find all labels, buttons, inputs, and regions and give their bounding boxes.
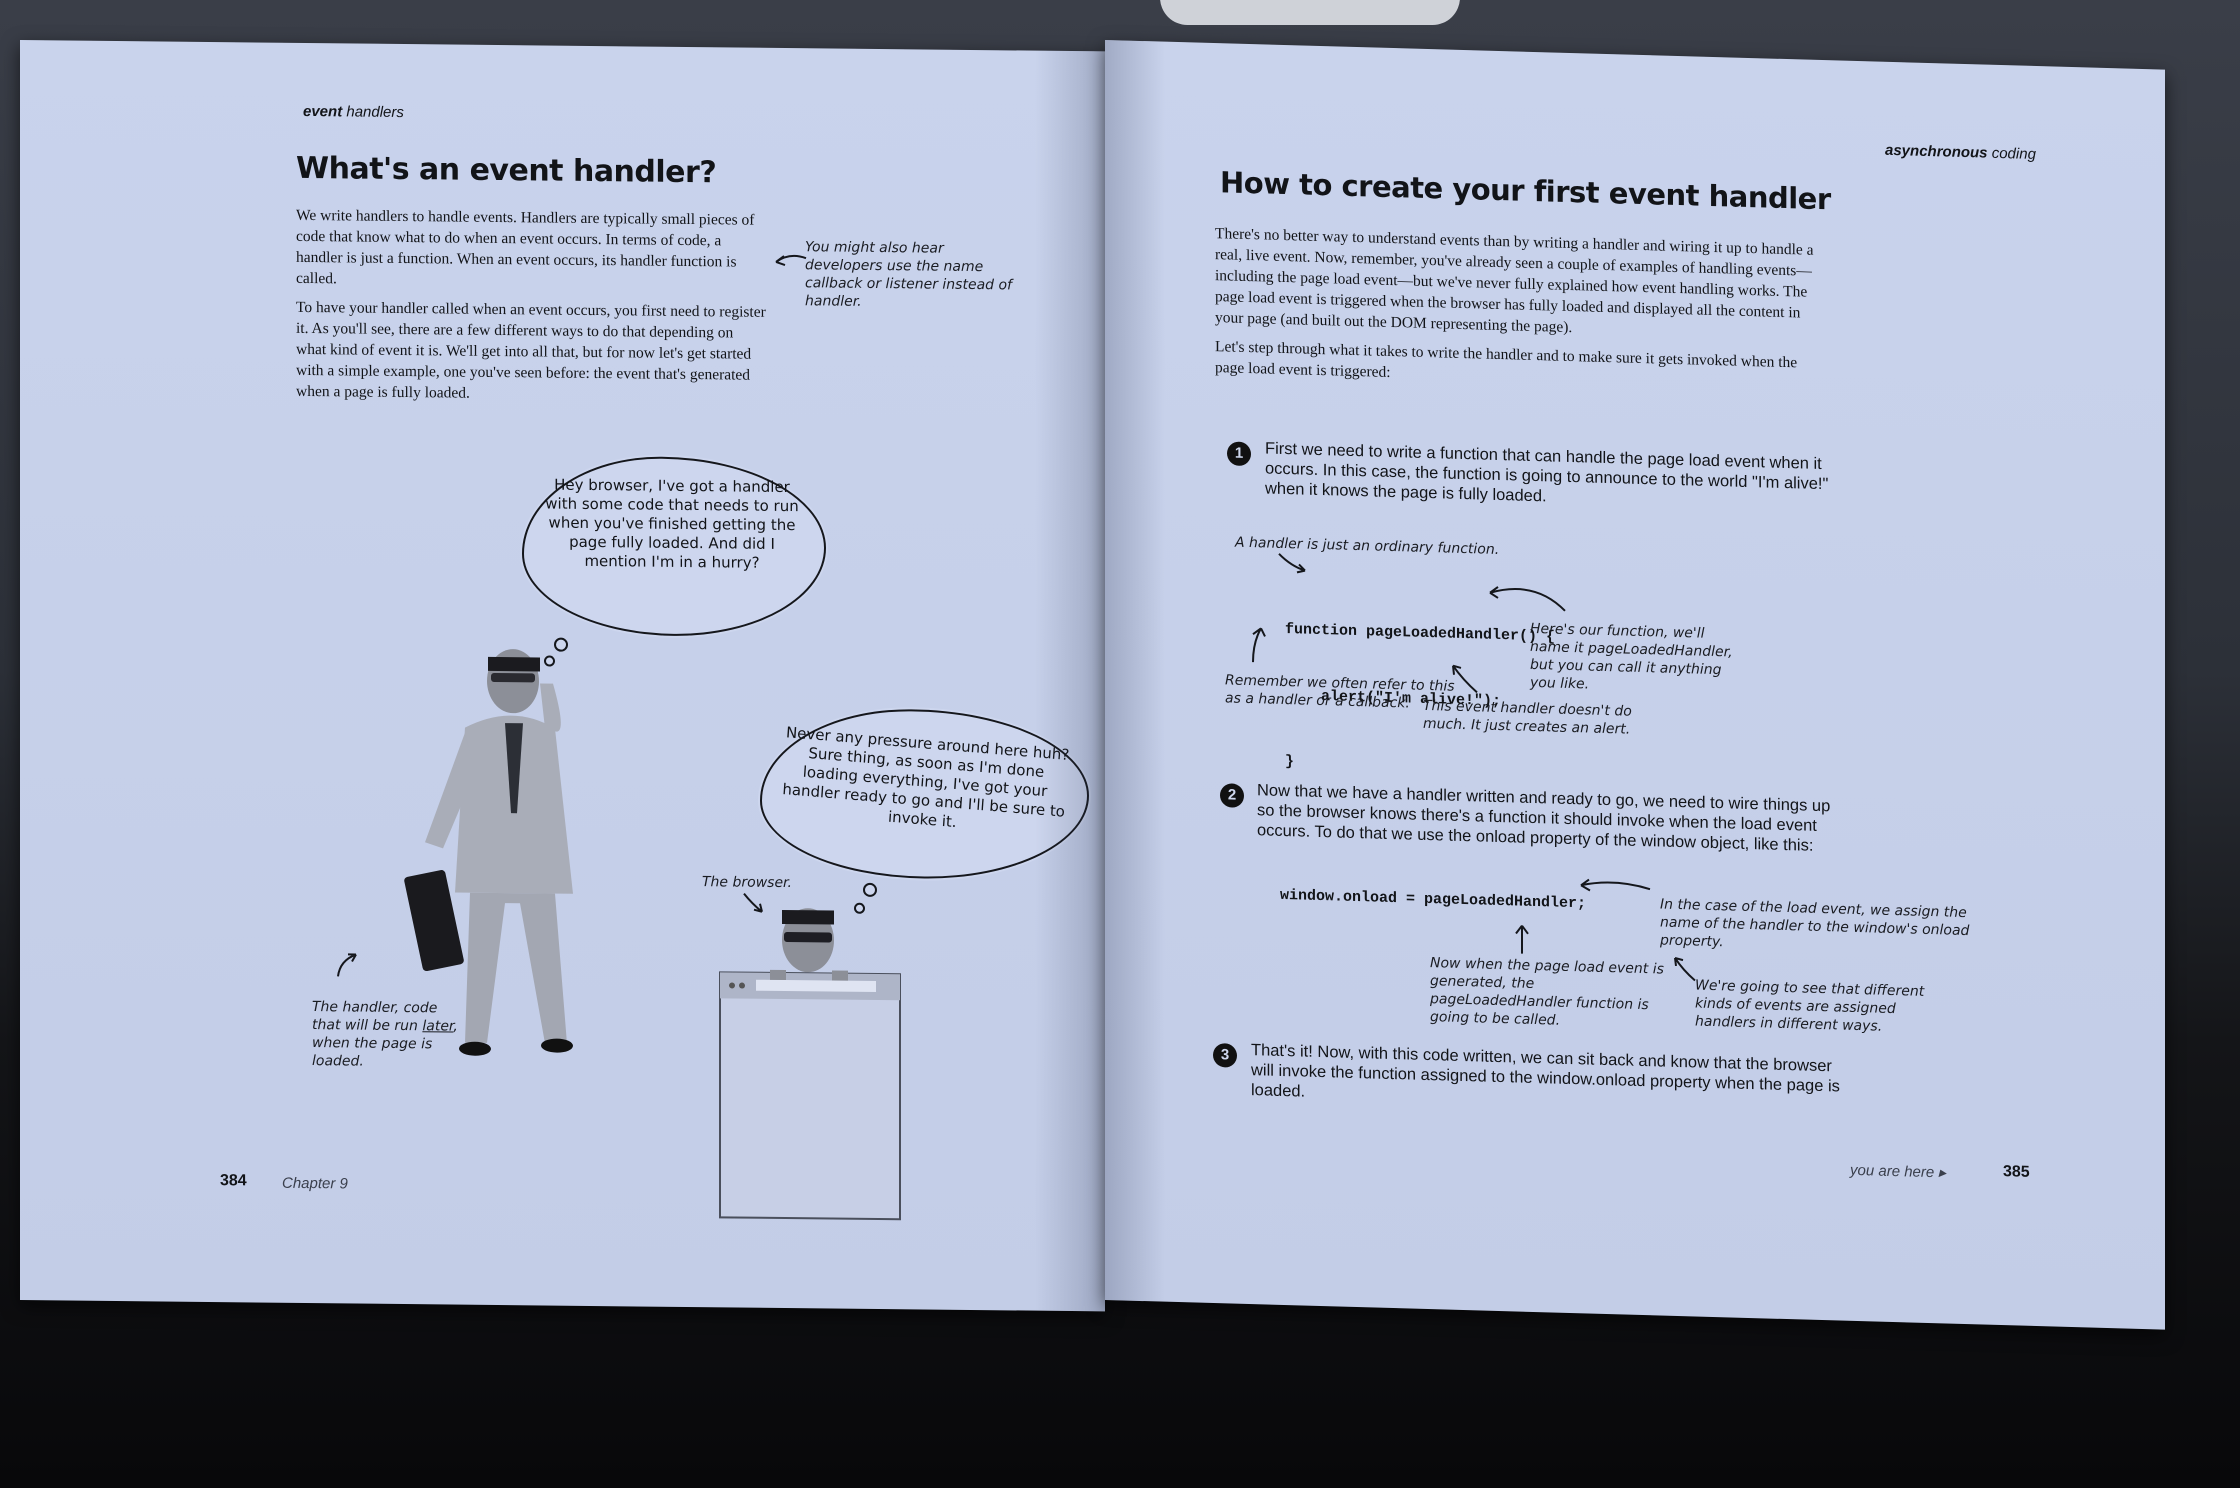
intro-text: There's no better way to understand even… xyxy=(1215,223,1815,403)
chapter-header: event handlers xyxy=(303,103,404,121)
paragraph: Let's step through what it takes to writ… xyxy=(1215,338,1798,381)
handler-note-text: The handler, code that will be run xyxy=(312,999,438,1035)
step-text: First we need to write a function that c… xyxy=(1265,439,1829,506)
annotation-kinds: We're going to see that different kinds … xyxy=(1695,977,1925,1035)
header-bold: asynchronous xyxy=(1885,141,1988,162)
page-number: 384 xyxy=(220,1172,247,1190)
thought-cloud-handler-text: Hey browser, I've got a handler with som… xyxy=(545,475,799,572)
annotation-alert: This event handler doesn't do much. It j… xyxy=(1423,697,1632,738)
arrow-icon xyxy=(1515,925,1529,954)
arrow-icon xyxy=(775,254,807,266)
chapter-label: Chapter 9 xyxy=(282,1174,348,1193)
code-block-onload: window.onload = pageLoadedHandler; xyxy=(1280,886,1587,913)
header-light: coding xyxy=(1991,144,2036,164)
step-text: Now that we have a handler written and r… xyxy=(1257,781,1831,855)
right-page: asynchronous coding How to create your f… xyxy=(1105,40,2165,1330)
chapter-header: asynchronous coding xyxy=(1885,142,2036,163)
header-bold: event xyxy=(303,102,343,121)
paragraph: There's no better way to understand even… xyxy=(1215,225,1814,337)
handler-note: The handler, code that will be run later… xyxy=(312,998,462,1072)
step-text: That's it! Now, with this code written, … xyxy=(1251,1041,1840,1101)
paragraph: To have your handler called when an even… xyxy=(296,298,766,402)
page-title: How to create your first event handler xyxy=(1220,165,1831,217)
step-number: 3 xyxy=(1213,1043,1237,1068)
header-light: handlers xyxy=(346,103,404,122)
handler-note-underlined: later xyxy=(422,1018,454,1035)
annotation-name-it: Here's our function, we'll name it pageL… xyxy=(1530,620,1733,693)
you-are-here-label: you are here ▸ xyxy=(1850,1161,1946,1182)
arrow-icon xyxy=(1489,586,1566,612)
annotation-called: Now when the page load event is generate… xyxy=(1430,955,1664,1029)
code-line: } xyxy=(1285,753,1295,771)
arrow-icon xyxy=(337,953,357,977)
arrow-icon xyxy=(1452,664,1478,694)
code-line: function pageLoadedHandler() { xyxy=(1285,621,1556,646)
paragraph: We write handlers to handle events. Hand… xyxy=(296,206,755,288)
book-spread: event handlers What's an event handler? … xyxy=(20,40,2170,1330)
annotation-refer: Remember we often refer to this as a han… xyxy=(1225,672,1455,712)
browser-illustration xyxy=(719,908,901,1221)
intro-text: We write handlers to handle events. Hand… xyxy=(296,205,766,415)
left-page: event handlers What's an event handler? … xyxy=(20,40,1105,1312)
page-title: What's an event handler? xyxy=(296,150,717,191)
page-number: 385 xyxy=(2003,1163,2030,1181)
annotation-assign: In the case of the load event, we assign… xyxy=(1660,896,1970,951)
arrow-icon xyxy=(1252,627,1266,663)
step-number: 1 xyxy=(1227,441,1251,467)
thought-dot xyxy=(863,882,877,897)
paperweight xyxy=(1160,0,1460,25)
step-number: 2 xyxy=(1220,783,1244,808)
side-note: You might also hear developers use the n… xyxy=(805,239,1012,310)
arrow-icon xyxy=(1580,878,1651,892)
